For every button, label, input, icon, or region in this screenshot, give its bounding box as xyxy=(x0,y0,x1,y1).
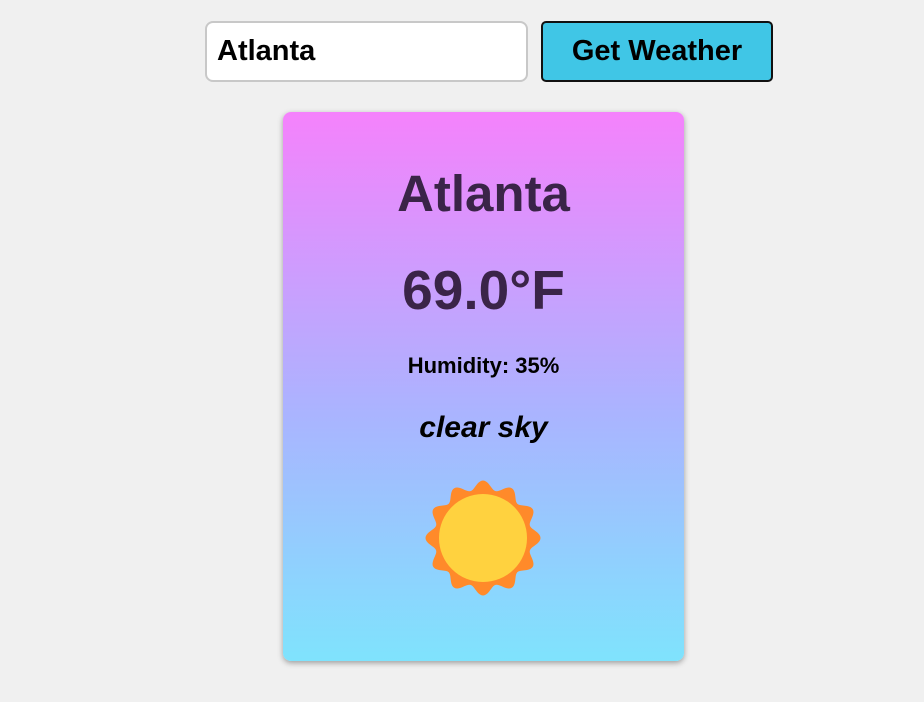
sun-icon xyxy=(425,480,541,596)
humidity: Humidity: 35% xyxy=(407,353,560,378)
search-bar: Get Weather xyxy=(205,21,773,82)
weather-card: Atlanta 69.0°F Humidity: 35% clear sky xyxy=(283,112,684,661)
temperature: 69.0°F xyxy=(402,259,565,321)
city-input[interactable] xyxy=(205,21,528,82)
city-name: Atlanta xyxy=(397,165,570,222)
weather-app: Get Weather Atlanta 69.0°F Humidity: 35%… xyxy=(0,0,924,702)
sun-core-shape xyxy=(439,494,527,582)
get-weather-button[interactable]: Get Weather xyxy=(541,21,773,82)
weather-description: clear sky xyxy=(419,411,548,444)
